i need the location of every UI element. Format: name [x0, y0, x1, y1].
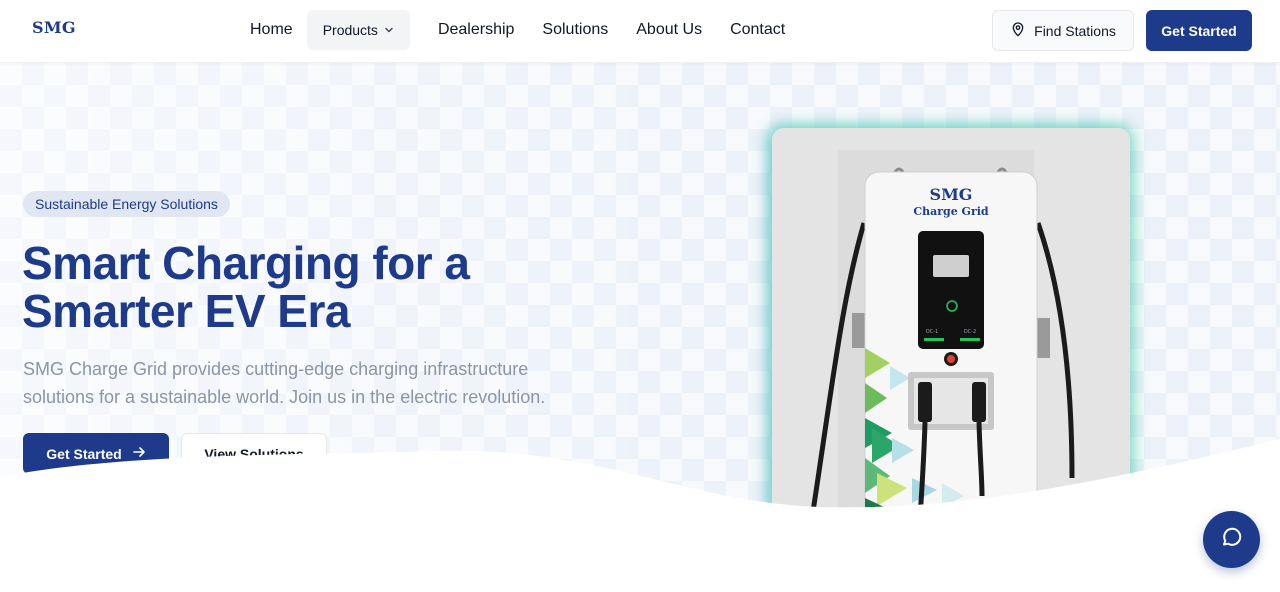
- nav-about[interactable]: About Us: [622, 10, 716, 50]
- charger-brand-text: SMG: [930, 185, 973, 204]
- hero-wave-divider: [0, 439, 1280, 592]
- hero-badge: Sustainable Energy Solutions: [23, 191, 230, 217]
- chat-bubble-icon: [1220, 525, 1244, 554]
- chat-button[interactable]: [1203, 511, 1260, 568]
- find-stations-button[interactable]: Find Stations: [992, 10, 1134, 51]
- chevron-down-icon: [384, 25, 394, 38]
- hero-section: Sustainable Energy Solutions Smart Charg…: [0, 63, 1280, 592]
- hero-subtext: SMG Charge Grid provides cutting-edge ch…: [23, 359, 546, 407]
- hero-headline: Smart Charging for a Smarter EV Era: [22, 239, 582, 335]
- nav-contact[interactable]: Contact: [716, 10, 799, 50]
- nav-home[interactable]: Home: [236, 10, 307, 50]
- hero-headline-line2: Smarter EV Era: [22, 285, 350, 337]
- main-nav: Home Products Dealership Solutions About…: [236, 10, 799, 50]
- site-header: SMG Home Products Dealership Solutions A…: [0, 0, 1280, 63]
- nav-dealership[interactable]: Dealership: [424, 10, 528, 50]
- left-port-label: DC-1: [926, 329, 938, 335]
- map-pin-icon: [1010, 21, 1026, 40]
- hero-headline-line1: Smart Charging for a: [22, 237, 470, 289]
- nav-products-label: Products: [322, 22, 378, 38]
- header-get-started-button[interactable]: Get Started: [1146, 10, 1252, 51]
- right-port-label: DC-2: [964, 329, 976, 335]
- nav-solutions[interactable]: Solutions: [528, 10, 622, 50]
- nav-products-dropdown[interactable]: Products: [306, 10, 410, 50]
- brand-logo[interactable]: SMG: [32, 18, 76, 37]
- find-stations-label: Find Stations: [1034, 22, 1116, 39]
- charger-model-text: Charge Grid: [913, 205, 989, 218]
